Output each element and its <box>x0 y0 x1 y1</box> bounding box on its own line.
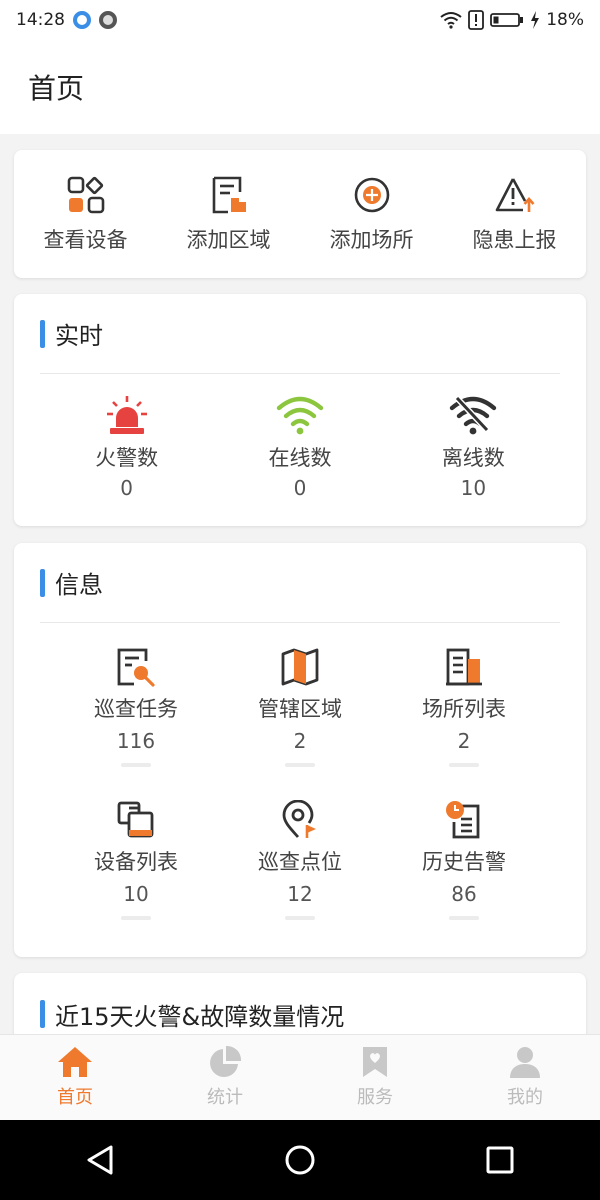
chart-header: 近15天火警&故障数量情况 <box>40 973 560 1043</box>
info-device-list[interactable]: 设备列表 10 <box>54 776 218 929</box>
item-divider <box>449 916 479 920</box>
realtime-count: 10 <box>460 476 487 500</box>
alarm-siren-icon <box>106 396 147 434</box>
inspection-task-icon <box>117 648 155 687</box>
home-icon <box>58 1047 92 1077</box>
info-count: 116 <box>116 729 156 753</box>
location-pin-icon <box>282 800 316 838</box>
bottom-tab-bar: 首页 统计 服务 我的 <box>0 1034 600 1120</box>
quick-action-label: 隐患上报 <box>472 228 557 252</box>
user-icon <box>510 1047 540 1078</box>
info-label: 管辖区域 <box>258 697 342 721</box>
info-card: 信息 巡查任务 116 管辖区域 2 场所列表 2 设备列表 10 巡查点位 1… <box>14 543 586 957</box>
quick-action-label: 添加区域 <box>186 228 271 252</box>
item-divider <box>121 916 151 920</box>
info-label: 巡查任务 <box>94 697 178 721</box>
item-divider <box>285 763 315 767</box>
quick-action-label: 查看设备 <box>43 228 128 252</box>
info-count: 12 <box>287 882 313 906</box>
home-circle-icon <box>285 1145 315 1175</box>
notification-icon <box>73 11 91 29</box>
pie-chart-icon <box>210 1045 242 1077</box>
realtime-card: 实时 火警数 0 在线数 0 离线数 10 <box>14 294 586 526</box>
tab-home[interactable]: 首页 <box>0 1035 150 1120</box>
info-alarm-history[interactable]: 历史告警 86 <box>382 776 546 929</box>
quick-actions-card: 查看设备 添加区域 添加场所 隐患上报 <box>14 150 586 278</box>
status-time: 14:28 <box>16 10 65 30</box>
recents-square-icon <box>486 1146 514 1174</box>
item-divider <box>121 763 151 767</box>
charging-icon <box>531 11 540 29</box>
info-label: 设备列表 <box>94 850 178 874</box>
building-icon <box>446 648 482 686</box>
section-title: 近15天火警&故障数量情况 <box>55 1002 345 1031</box>
nav-recents-button[interactable] <box>470 1130 530 1190</box>
realtime-count: 0 <box>293 476 307 500</box>
realtime-header: 实时 <box>40 294 560 374</box>
quick-action-add-area[interactable]: 添加区域 <box>157 150 300 278</box>
battery-icon <box>490 13 524 27</box>
quick-action-add-place[interactable]: 添加场所 <box>300 150 443 278</box>
tab-service[interactable]: 服务 <box>300 1035 450 1120</box>
app-header: 首页 <box>0 40 600 134</box>
realtime-online[interactable]: 在线数 0 <box>213 374 386 500</box>
map-icon <box>281 648 319 686</box>
realtime-label: 在线数 <box>268 446 332 470</box>
realtime-count: 0 <box>120 476 134 500</box>
wifi-signal-icon <box>440 12 462 29</box>
device-grid-icon <box>67 176 104 214</box>
quick-action-view-devices[interactable]: 查看设备 <box>14 150 157 278</box>
history-alarm-icon <box>446 801 480 839</box>
section-accent-bar <box>40 568 45 597</box>
section-title: 信息 <box>55 571 103 599</box>
sim-alert-icon <box>468 10 485 30</box>
wifi-online-icon <box>276 396 324 435</box>
info-label: 场所列表 <box>422 697 506 721</box>
chart-card: 近15天火警&故障数量情况 <box>14 973 586 1043</box>
info-count: 86 <box>451 882 477 906</box>
page-title: 首页 <box>28 72 85 105</box>
realtime-offline[interactable]: 离线数 10 <box>387 374 560 500</box>
nav-home-button[interactable] <box>270 1130 330 1190</box>
info-jurisdiction-areas[interactable]: 管辖区域 2 <box>218 623 382 776</box>
nav-back-button[interactable] <box>70 1130 130 1190</box>
info-inspection-points[interactable]: 巡查点位 12 <box>218 776 382 929</box>
realtime-label: 火警数 <box>95 446 159 470</box>
quick-action-report-hazard[interactable]: 隐患上报 <box>443 150 586 278</box>
quick-action-label: 添加场所 <box>329 228 414 252</box>
device-list-icon <box>117 801 154 838</box>
tab-profile[interactable]: 我的 <box>450 1035 600 1120</box>
section-title: 实时 <box>55 322 103 350</box>
add-place-icon <box>354 177 389 213</box>
tab-statistics[interactable]: 统计 <box>150 1035 300 1120</box>
service-icon <box>363 1047 387 1077</box>
info-count: 2 <box>457 729 471 753</box>
info-inspection-tasks[interactable]: 巡查任务 116 <box>54 623 218 776</box>
tab-label: 首页 <box>57 1087 93 1108</box>
tab-label: 我的 <box>507 1087 543 1108</box>
system-navigation-bar <box>0 1120 600 1200</box>
info-count: 10 <box>123 882 149 906</box>
realtime-label: 离线数 <box>441 446 505 470</box>
info-label: 历史告警 <box>422 850 506 874</box>
section-accent-bar <box>40 1000 45 1028</box>
battery-percent: 18% <box>546 10 584 30</box>
section-accent-bar <box>40 319 45 348</box>
info-header: 信息 <box>40 543 560 623</box>
wifi-offline-icon <box>450 395 497 435</box>
info-count: 2 <box>293 729 307 753</box>
camera-icon <box>99 11 117 29</box>
add-area-icon <box>212 176 246 214</box>
realtime-fire-alarms[interactable]: 火警数 0 <box>40 374 213 500</box>
item-divider <box>449 763 479 767</box>
tab-label: 服务 <box>357 1087 393 1108</box>
hazard-report-icon <box>495 178 534 212</box>
item-divider <box>285 916 315 920</box>
status-bar: 14:28 18% <box>0 0 600 40</box>
info-label: 巡查点位 <box>258 850 342 874</box>
back-triangle-icon <box>87 1145 113 1175</box>
info-place-list[interactable]: 场所列表 2 <box>382 623 546 776</box>
tab-label: 统计 <box>207 1087 243 1108</box>
